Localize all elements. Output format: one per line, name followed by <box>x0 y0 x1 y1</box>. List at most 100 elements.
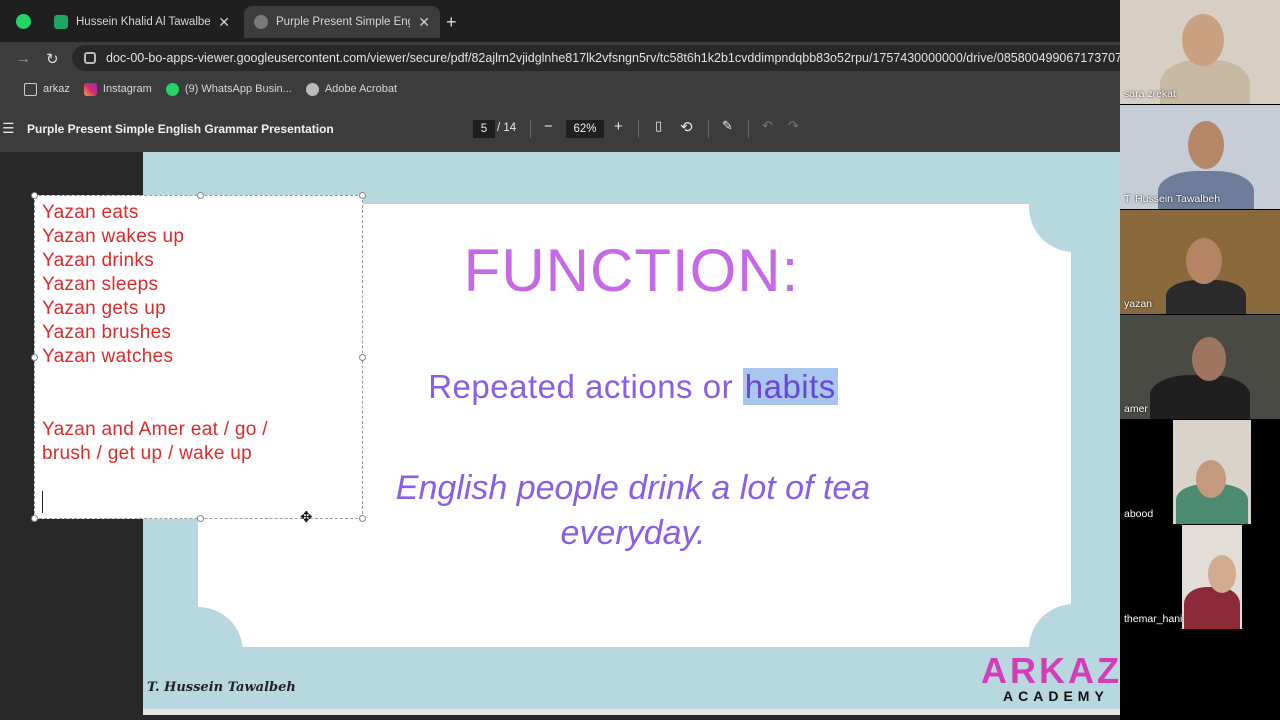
note-line: brush / get up / wake up <box>42 443 252 464</box>
address-bar[interactable]: doc-00-bo-apps-viewer.googleusercontent.… <box>72 45 1120 71</box>
fit-page-icon[interactable]: ▯ <box>655 118 662 134</box>
zoom-out-icon[interactable]: − <box>544 118 553 135</box>
screen: Hussein Khalid Al Tawalbeh - G ✕ Purple … <box>0 0 1280 720</box>
participant-video <box>1208 555 1236 593</box>
note-line: Yazan gets up <box>42 298 166 319</box>
redo-icon[interactable]: ↷ <box>788 118 799 134</box>
bookmark-acrobat[interactable]: Adobe Acrobat <box>305 82 397 96</box>
example-line: everyday. <box>560 514 706 552</box>
move-cursor-icon: ✥ <box>300 509 313 526</box>
tab-title: Purple Present Simple English G <box>276 16 410 28</box>
address-text: doc-00-bo-apps-viewer.googleusercontent.… <box>106 51 1120 65</box>
bookmarks-bar: arkaz Instagram (9) WhatsApp Busin... Ad… <box>0 74 1120 104</box>
instagram-icon <box>83 82 97 96</box>
arkaz-logo: ARKAZ ACADEMY <box>981 650 1120 710</box>
resize-handle[interactable] <box>197 192 204 199</box>
reload-icon[interactable]: ↻ <box>46 50 59 68</box>
bookmark-label: Instagram <box>102 83 152 95</box>
participant-video <box>1182 14 1224 66</box>
browser-toolbar: → ↻ doc-00-bo-apps-viewer.googleusercont… <box>0 42 1120 74</box>
bookmark-whatsapp[interactable]: (9) WhatsApp Busin... <box>165 82 292 96</box>
sheets-icon <box>54 15 68 29</box>
text-caret <box>42 491 43 513</box>
bookmark-label: (9) WhatsApp Busin... <box>184 83 292 95</box>
undo-icon[interactable]: ↶ <box>762 118 773 134</box>
close-icon[interactable]: ✕ <box>418 14 430 31</box>
resize-handle[interactable] <box>359 515 366 522</box>
whatsapp-icon <box>165 82 179 96</box>
notes-textbox[interactable]: Yazan eats Yazan wakes up Yazan drinks Y… <box>31 192 366 522</box>
note-line: Yazan brushes <box>42 322 172 343</box>
participant-video <box>1188 121 1224 169</box>
participant-tile[interactable]: yazan <box>1120 210 1280 314</box>
participant-video <box>1184 587 1240 629</box>
participant-name: sara zrekat <box>1124 88 1176 100</box>
site-info-icon[interactable] <box>84 52 96 64</box>
bookmark-instagram[interactable]: Instagram <box>83 82 152 96</box>
new-tab-button[interactable]: + <box>446 12 457 33</box>
tab-sheets[interactable]: Hussein Khalid Al Tawalbeh - G ✕ <box>44 6 240 38</box>
participant-video <box>1196 460 1226 498</box>
resize-handle[interactable] <box>359 354 366 361</box>
folder-icon <box>24 82 37 96</box>
participant-name: themar_hani <box>1124 613 1183 625</box>
note-line: Yazan eats <box>42 202 139 223</box>
participant-name: yazan <box>1124 298 1153 310</box>
tab-pdf[interactable]: Purple Present Simple English G ✕ <box>244 6 440 38</box>
participants-panel: sara zrekat T. Hussein Tawalbeh yazan am… <box>1120 0 1280 720</box>
divider <box>638 120 639 138</box>
document-title: Purple Present Simple English Grammar Pr… <box>27 122 334 136</box>
resize-handle[interactable] <box>31 192 38 199</box>
forward-icon[interactable]: → <box>16 50 31 67</box>
logo-word: ARKAZ <box>981 650 1120 691</box>
page-number-input[interactable]: 5 <box>473 120 495 138</box>
rotate-icon[interactable]: ⟲ <box>680 118 693 136</box>
slide-example: English people drink a lot of tea everyd… <box>339 466 927 556</box>
close-icon[interactable]: ✕ <box>218 14 230 31</box>
resize-handle[interactable] <box>359 192 366 199</box>
note-line: Yazan wakes up <box>42 226 185 247</box>
bookmark-label: arkaz <box>43 83 70 95</box>
participant-tile[interactable]: T. Hussein Tawalbeh <box>1120 105 1280 209</box>
participant-video <box>1166 280 1246 314</box>
pdf-toolbar: ☰ Purple Present Simple English Grammar … <box>0 104 1120 152</box>
annotate-icon[interactable]: ✎ <box>722 118 733 134</box>
globe-icon <box>254 15 268 29</box>
participant-video <box>1150 375 1250 419</box>
bookmark-label: Adobe Acrobat <box>324 83 397 95</box>
zoom-input[interactable]: 62% <box>566 120 604 138</box>
participant-tile[interactable]: amer <box>1120 315 1280 419</box>
note-line: Yazan drinks <box>42 250 155 271</box>
tab-title: Hussein Khalid Al Tawalbeh - G <box>76 16 211 28</box>
participant-name: amer <box>1124 403 1148 415</box>
note-line: Yazan and Amer eat / go / <box>42 419 268 440</box>
divider <box>708 120 709 138</box>
page-total: / 14 <box>497 122 517 134</box>
participant-tile[interactable]: abood <box>1120 420 1280 524</box>
participant-video <box>1186 238 1222 284</box>
participant-tile[interactable]: sara zrekat <box>1120 0 1280 104</box>
resize-handle[interactable] <box>31 515 38 522</box>
example-line: English people drink a lot of tea <box>395 469 871 507</box>
subtitle-text: Repeated actions or <box>428 368 743 405</box>
participant-name: abood <box>1124 508 1154 520</box>
acrobat-icon <box>305 82 319 96</box>
divider <box>530 120 531 138</box>
zoom-in-icon[interactable]: + <box>614 118 623 135</box>
browser-tabstrip: Hussein Khalid Al Tawalbeh - G ✕ Purple … <box>0 0 1120 42</box>
resize-handle[interactable] <box>31 354 38 361</box>
note-line: Yazan sleeps <box>42 274 159 295</box>
slide-footer-author: T. Hussein Tawalbeh <box>147 680 296 695</box>
note-line: Yazan watches <box>42 346 174 367</box>
slide-bottom-strip <box>143 709 1126 715</box>
bookmark-arkaz[interactable]: arkaz <box>24 82 70 96</box>
resize-handle[interactable] <box>197 515 204 522</box>
divider <box>748 120 749 138</box>
participant-tile[interactable]: themar_hani <box>1120 525 1280 629</box>
menu-icon[interactable]: ☰ <box>2 120 15 137</box>
whatsapp-pinned-tab-icon[interactable] <box>16 14 31 29</box>
highlighted-word: habits <box>742 368 838 405</box>
participant-name: T. Hussein Tawalbeh <box>1124 193 1221 205</box>
logo-subtitle: ACADEMY <box>1003 688 1109 704</box>
participant-video <box>1192 337 1226 381</box>
